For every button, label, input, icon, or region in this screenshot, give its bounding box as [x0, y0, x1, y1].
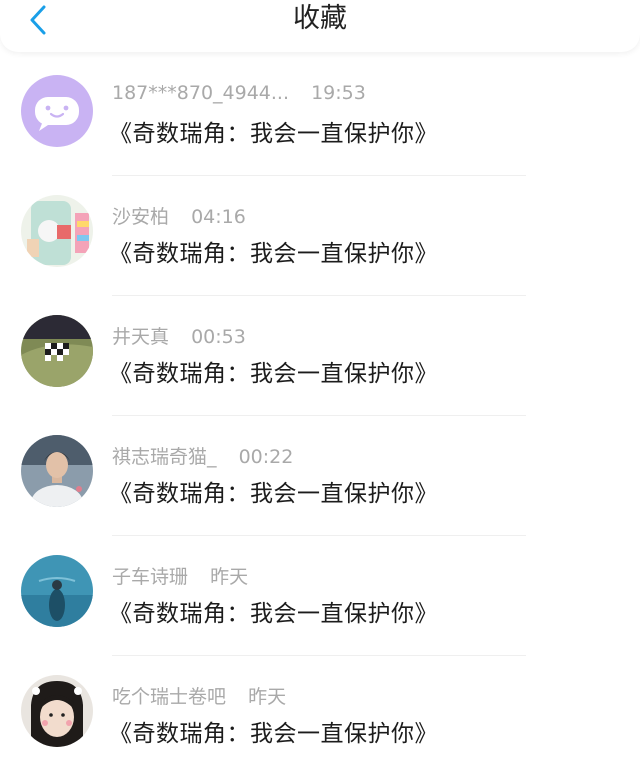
- header-bar: 收藏: [0, 0, 640, 52]
- avatar: [21, 555, 93, 627]
- avatar: [21, 315, 93, 387]
- avatar: [21, 435, 93, 507]
- list-item[interactable]: 187***870_4944... 19:53 《奇数瑞角：我会一直保护你》: [0, 56, 640, 176]
- timestamp: 00:22: [238, 446, 294, 468]
- item-meta: 吃个瑞士卷吧 昨天: [112, 682, 286, 709]
- item-meta: 沙安柏 04:16: [112, 202, 246, 229]
- message-text: 《奇数瑞角：我会一直保护你》: [109, 601, 438, 627]
- timestamp: 昨天: [248, 686, 287, 708]
- favorites-page: 收藏 187***870_4944... 19:53 《奇数瑞角：我会一直保护你…: [0, 0, 640, 762]
- list-item[interactable]: 井天真 00:53 《奇数瑞角：我会一直保护你》: [0, 296, 640, 416]
- list-item[interactable]: 沙安柏 04:16 《奇数瑞角：我会一直保护你》: [0, 176, 640, 296]
- user-name: 吃个瑞士卷吧: [112, 686, 227, 708]
- item-meta: 井天真 00:53: [112, 322, 246, 349]
- user-name: 沙安柏: [112, 206, 170, 228]
- item-meta: 187***870_4944... 19:53: [112, 82, 366, 104]
- user-name: 子车诗珊: [112, 566, 189, 588]
- message-text: 《奇数瑞角：我会一直保护你》: [109, 721, 438, 747]
- timestamp: 19:53: [311, 82, 366, 104]
- item-meta: 子车诗珊 昨天: [112, 562, 248, 589]
- user-name: 187***870_4944...: [112, 82, 290, 104]
- timestamp: 00:53: [191, 326, 246, 348]
- avatar: [21, 75, 93, 147]
- message-text: 《奇数瑞角：我会一直保护你》: [109, 481, 438, 507]
- timestamp: 昨天: [210, 566, 249, 588]
- avatar: [21, 195, 93, 267]
- message-text: 《奇数瑞角：我会一直保护你》: [109, 121, 438, 147]
- list-item[interactable]: 吃个瑞士卷吧 昨天 《奇数瑞角：我会一直保护你》: [0, 656, 640, 762]
- item-meta: 祺志瑞奇猫_ 00:22: [112, 442, 293, 469]
- message-text: 《奇数瑞角：我会一直保护你》: [109, 241, 438, 267]
- list-item[interactable]: 祺志瑞奇猫_ 00:22 《奇数瑞角：我会一直保护你》: [0, 416, 640, 536]
- user-name: 井天真: [112, 326, 170, 348]
- message-text: 《奇数瑞角：我会一直保护你》: [109, 361, 438, 387]
- page-title: 收藏: [293, 3, 347, 34]
- user-name: 祺志瑞奇猫_: [112, 446, 217, 468]
- timestamp: 04:16: [191, 206, 246, 228]
- favorites-list: 187***870_4944... 19:53 《奇数瑞角：我会一直保护你》 沙…: [0, 56, 640, 762]
- list-item[interactable]: 子车诗珊 昨天 《奇数瑞角：我会一直保护你》: [0, 536, 640, 656]
- avatar: [21, 675, 93, 747]
